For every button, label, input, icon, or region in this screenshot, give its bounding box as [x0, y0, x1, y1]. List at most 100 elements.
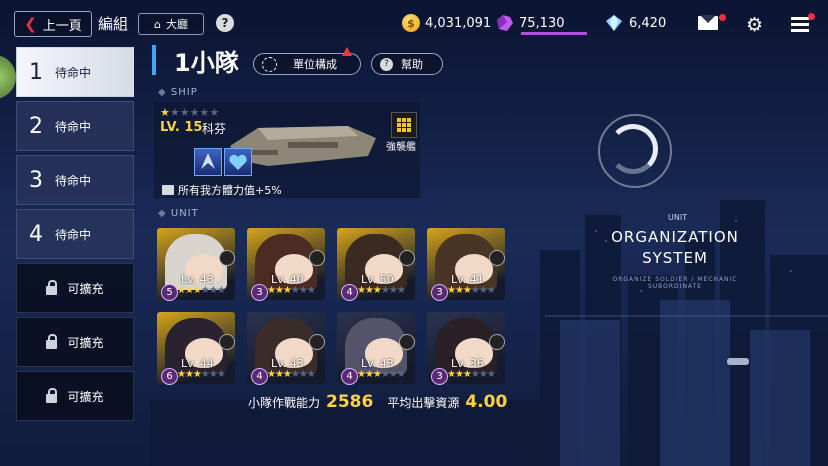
crystal-value: 75,130 [519, 15, 565, 31]
character-rank-badge: 4 [251, 368, 268, 385]
unit-icon: ◆ [158, 208, 171, 219]
squad-tab-1[interactable]: 1 待命中 [16, 47, 134, 97]
unit-config-label: 單位構成 [293, 58, 337, 71]
top-bar: ❮ 上一頁 編組 ⌂ 大廳 ? $ 4,031,091 75,130 6,420… [0, 0, 828, 46]
character-stars: ★★★★★★ [357, 285, 406, 296]
character-rank-badge: 3 [431, 284, 448, 301]
character-rank-badge: 5 [161, 284, 178, 301]
squad-number: 2 [29, 113, 43, 139]
squad-title: 1小隊 [174, 48, 239, 77]
character-card[interactable]: Lv. 50 4 ★★★★★★ [337, 228, 415, 301]
home-icon: ⌂ [154, 17, 161, 31]
help-button[interactable]: ? 幫助 [371, 53, 443, 75]
squad-status: 待命中 [55, 227, 92, 242]
weapon-type-icon [219, 334, 235, 350]
squad-tab-locked-3[interactable]: 可擴充 [16, 371, 134, 421]
ship-stars: ★★★★★★ [160, 106, 220, 119]
assault-ship-class-icon [391, 112, 417, 138]
character-card[interactable]: Lv. 43 4 ★★★★★★ [337, 312, 415, 385]
squad-header: 1小隊 [152, 44, 239, 77]
character-card[interactable]: Lv. 36 3 ★★★★★★ [427, 312, 505, 385]
squad-number: 3 [29, 167, 43, 193]
unit-config-button[interactable]: 單位構成 [253, 53, 361, 75]
gold-value: 4,031,091 [425, 15, 492, 31]
squad-tab-locked-1[interactable]: 可擴充 [16, 263, 134, 313]
expandable-label: 可擴充 [67, 281, 104, 296]
ship-buff: 所有我方體力值+5% [162, 182, 282, 198]
expandable-label: 可擴充 [67, 389, 104, 404]
organization-ring-icon [598, 114, 672, 188]
mail-icon[interactable] [698, 15, 718, 30]
diamond-value: 6,420 [629, 15, 667, 31]
chevron-left-icon: ❮ [24, 15, 37, 33]
ship-name: 科芬 [202, 122, 227, 136]
weapon-type-icon [489, 250, 505, 266]
question-icon: ? [380, 57, 393, 71]
gold-counter: $ 4,031,091 [402, 14, 491, 32]
squad-status: 待命中 [55, 119, 92, 134]
character-rank-badge: 4 [341, 368, 358, 385]
squad-tab-locked-2[interactable]: 可擴充 [16, 317, 134, 367]
character-stars: ★★★★★★ [267, 285, 316, 296]
ship-skill-icon-1[interactable] [194, 148, 222, 176]
ship-class-label: 強襲艦 [386, 142, 416, 153]
unit-panel-small-label: UNIT [668, 213, 688, 222]
help-button-label: 幫助 [401, 58, 423, 71]
character-card[interactable]: Lv. 43 5 ★★★★★★ [157, 228, 235, 301]
ship-icon: ◆ [158, 87, 171, 98]
character-rank-badge: 3 [431, 368, 448, 385]
gold-coin-icon: $ [402, 14, 420, 32]
lock-icon [46, 333, 58, 349]
character-stars: ★★★★★★ [177, 369, 226, 380]
back-button[interactable]: ❮ 上一頁 [14, 11, 92, 37]
squad-status: 待命中 [55, 65, 92, 80]
buff-icon [162, 185, 174, 195]
weapon-type-icon [309, 334, 325, 350]
weapon-type-icon [309, 250, 325, 266]
unit-panel-title: ORGANIZATION SYSTEM [611, 228, 739, 267]
character-stars: ★★★★★★ [357, 369, 406, 380]
ship-level: LV. 15 [160, 120, 203, 135]
resource-value: 4.00 [465, 392, 508, 412]
squad-number: 1 [29, 59, 43, 85]
page-title: 編組 [98, 15, 129, 33]
dotted-circle-icon [262, 56, 277, 72]
lock-icon [46, 279, 58, 295]
squad-tab-2[interactable]: 2 待命中 [16, 101, 134, 151]
help-icon[interactable]: ? [216, 14, 234, 32]
gear-icon[interactable]: ⚙ [746, 14, 763, 36]
lobby-button[interactable]: ⌂ 大廳 [138, 13, 204, 35]
squad-tab-3[interactable]: 3 待命中 [16, 155, 134, 205]
weapon-type-icon [219, 250, 235, 266]
ship-skill-icon-2[interactable] [224, 148, 252, 176]
crystal-progress-bar [521, 32, 587, 35]
diamond-icon [606, 15, 622, 31]
power-label: 小隊作戰能力 [248, 396, 321, 410]
weapon-type-icon [399, 334, 415, 350]
character-card[interactable]: Lv. 43 4 ★★★★★★ [247, 312, 325, 385]
character-rank-badge: 6 [161, 368, 178, 385]
squad-status: 待命中 [55, 173, 92, 188]
unit-section-text: UNIT [170, 208, 199, 219]
character-card[interactable]: Lv. 40 3 ★★★★★★ [247, 228, 325, 301]
character-stars: ★★★★★★ [447, 369, 496, 380]
warning-icon [342, 47, 352, 56]
character-card[interactable]: Lv. 44 6 ★★★★★★ [157, 312, 235, 385]
expandable-label: 可擴充 [67, 335, 104, 350]
back-button-label: 上一頁 [42, 18, 82, 34]
character-rank-badge: 4 [341, 284, 358, 301]
squad-tab-4[interactable]: 4 待命中 [16, 209, 134, 259]
power-value: 2586 [326, 392, 374, 412]
lobby-button-label: 大廳 [165, 18, 188, 31]
unit-section-label: ◆ UNIT [158, 208, 199, 219]
ship-panel[interactable]: ★★★★★★ LV. 15 科芬 強襲艦 所有我方體力值+5% [154, 102, 420, 198]
crystal-counter: 75,130 [494, 14, 565, 32]
character-stars: ★★★★★★ [447, 285, 496, 296]
mail-notification-dot [719, 14, 726, 21]
purple-crystal-icon [497, 15, 513, 31]
weapon-type-icon [399, 250, 415, 266]
hamburger-menu-icon[interactable] [791, 17, 809, 35]
resource-label: 平均出擊資源 [387, 396, 460, 410]
character-card[interactable]: Lv. 41 3 ★★★★★★ [427, 228, 505, 301]
menu-notification-dot [808, 13, 815, 20]
